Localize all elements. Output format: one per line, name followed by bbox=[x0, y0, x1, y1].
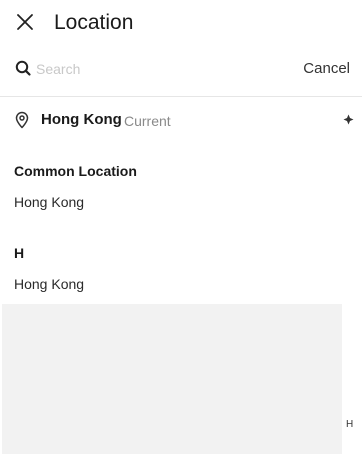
header: Location bbox=[0, 0, 362, 46]
empty-panel bbox=[2, 304, 342, 454]
close-button[interactable] bbox=[10, 8, 40, 38]
current-tag: Current bbox=[124, 113, 171, 129]
common-location-item[interactable]: Hong Kong bbox=[14, 193, 84, 211]
close-icon bbox=[17, 14, 33, 30]
location-picker-screen: Location Cancel Hong Kong Current Common… bbox=[0, 0, 362, 458]
divider bbox=[0, 96, 362, 97]
locate-icon[interactable] bbox=[343, 114, 354, 125]
search-icon bbox=[15, 60, 31, 76]
section-letter-heading: H bbox=[14, 245, 25, 261]
common-location-heading: Common Location bbox=[14, 163, 137, 179]
current-location-row[interactable]: Hong Kong Current bbox=[0, 105, 362, 135]
location-pin-icon bbox=[15, 111, 29, 129]
page-title: Location bbox=[54, 11, 134, 34]
alphabet-index-letter[interactable]: H bbox=[346, 418, 353, 432]
current-city-name: Hong Kong bbox=[41, 111, 122, 128]
search-input[interactable] bbox=[36, 56, 286, 82]
city-list-item[interactable]: Hong Kong bbox=[14, 275, 84, 293]
search-bar: Cancel bbox=[0, 52, 362, 86]
cancel-button[interactable]: Cancel bbox=[303, 59, 350, 79]
